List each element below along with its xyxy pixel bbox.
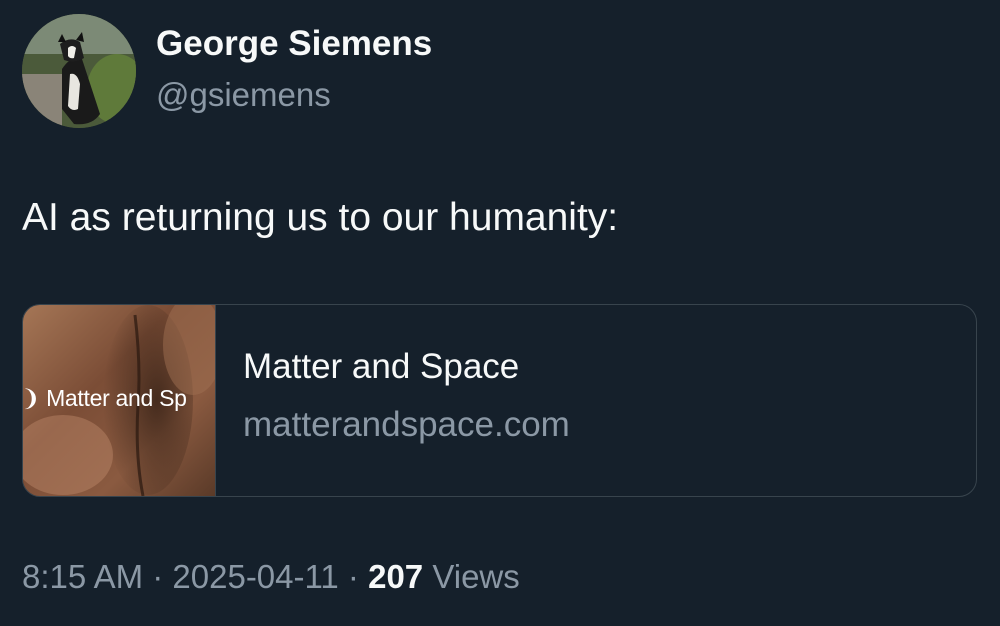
- author-handle[interactable]: @gsiemens: [156, 76, 331, 114]
- tweet-date[interactable]: 2025-04-11: [172, 558, 338, 595]
- tweet-time[interactable]: 8:15 AM: [22, 558, 143, 595]
- tweet-meta: 8:15 AM · 2025-04-11 · 207 Views: [22, 558, 520, 596]
- link-card-title[interactable]: Matter and Space: [243, 347, 519, 387]
- link-card[interactable]: ❩ Matter and Sp Matter and Space mattera…: [22, 304, 977, 497]
- thumbnail-caption: ❩ Matter and Sp: [23, 385, 187, 412]
- views-label[interactable]: Views: [423, 558, 519, 595]
- avatar[interactable]: [22, 14, 136, 128]
- tweet: George Siemens @gsiemens AI as returning…: [0, 0, 1000, 626]
- link-card-domain[interactable]: matterandspace.com: [243, 405, 570, 445]
- thumbnail-text: Matter and Sp: [46, 385, 187, 411]
- author-name[interactable]: George Siemens: [156, 24, 432, 64]
- tweet-text: AI as returning us to our humanity:: [22, 196, 619, 239]
- link-card-thumbnail[interactable]: ❩ Matter and Sp: [23, 305, 216, 496]
- views-count[interactable]: 207: [368, 558, 423, 595]
- meta-separator: ·: [338, 558, 369, 595]
- thumbnail-bullet: ❩: [23, 385, 47, 411]
- dog-photo-icon: [22, 14, 136, 128]
- meta-separator: ·: [143, 558, 173, 595]
